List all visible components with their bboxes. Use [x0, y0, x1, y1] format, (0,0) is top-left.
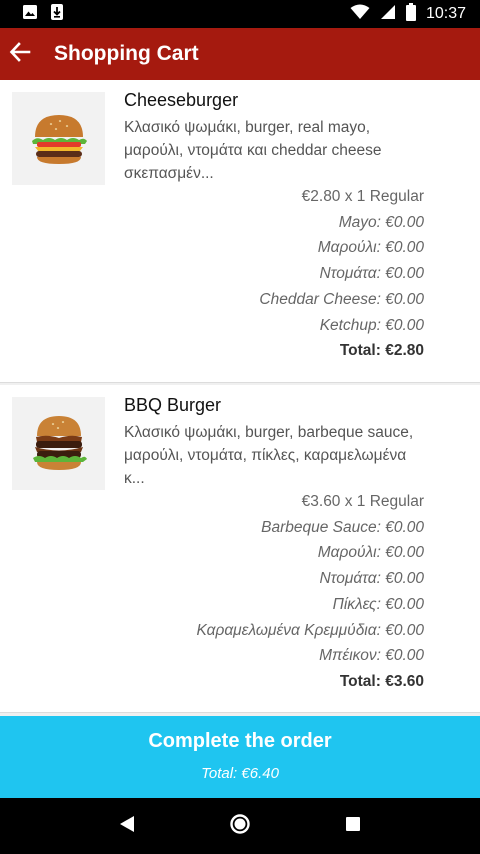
option-line: Πίκλες: €0.00 — [332, 595, 424, 613]
option-line: Καραμελωμένα Κρεμμύδια: €0.00 — [196, 621, 424, 639]
option-line: Cheddar Cheese: €0.00 — [259, 290, 424, 308]
item-price-line: €3.60 x 1 Regular — [301, 493, 424, 510]
page-title: Shopping Cart — [54, 42, 199, 65]
item-total: Total: €3.60 — [339, 672, 424, 690]
item-name: BBQ Burger — [124, 395, 222, 415]
signal-icon — [380, 4, 396, 25]
item-description: Κλασικό ψωμάκι, burger, real mayo, μαρού… — [124, 119, 382, 182]
arrow-back-icon — [9, 41, 31, 68]
item-name: Cheeseburger — [124, 90, 239, 110]
back-button[interactable] — [0, 28, 44, 80]
app-bar: Shopping Cart — [0, 28, 480, 80]
item-image — [12, 397, 105, 490]
system-nav-bar — [0, 798, 480, 854]
order-total: Total: €6.40 — [201, 765, 279, 782]
item-image — [12, 92, 105, 185]
cheeseburger-image — [31, 114, 87, 164]
item-options: €2.80 x 1 Regular Mayo: €0.00 Μαρούλι: €… — [259, 184, 424, 364]
item-description: Κλασικό ψωμάκι, burger, barbeque sauce, … — [124, 424, 414, 487]
bbq-burger-image — [32, 415, 87, 470]
nav-back-button[interactable] — [107, 806, 147, 846]
recents-square-icon — [345, 816, 361, 837]
status-time: 10:37 — [425, 5, 466, 22]
nav-recents-button[interactable] — [333, 806, 373, 846]
home-circle-icon — [229, 813, 251, 840]
cart-item-bbq-burger[interactable]: BBQ Burger Κλασικό ψωμάκι, burger, barbe… — [0, 385, 480, 713]
complete-order-label: Complete the order — [148, 730, 332, 752]
option-line: Μαρούλι: €0.00 — [317, 239, 424, 257]
option-line: Μαρούλι: €0.00 — [317, 544, 424, 562]
option-line: Barbeque Sauce: €0.00 — [261, 518, 424, 536]
option-line: Μπέικον: €0.00 — [319, 647, 424, 665]
option-line: Mayo: €0.00 — [338, 213, 424, 231]
item-price-line: €2.80 x 1 Regular — [301, 188, 424, 205]
option-line: Ketchup: €0.00 — [319, 316, 424, 334]
back-triangle-icon — [119, 815, 135, 838]
option-line: Ντομάτα: €0.00 — [319, 570, 424, 588]
complete-order-button[interactable]: Complete the order Total: €6.40 — [0, 716, 480, 798]
screen: 10:37 Shopping Cart Cheeseburger Κλασικό… — [0, 0, 480, 854]
option-line: Ντομάτα: €0.00 — [319, 265, 424, 283]
cart-list: Cheeseburger Κλασικό ψωμάκι, burger, rea… — [0, 80, 480, 715]
wifi-icon — [350, 4, 370, 25]
download-icon — [50, 3, 64, 26]
cart-item-cheeseburger[interactable]: Cheeseburger Κλασικό ψωμάκι, burger, rea… — [0, 80, 480, 383]
image-icon — [22, 4, 38, 25]
nav-home-button[interactable] — [220, 806, 260, 846]
battery-icon — [405, 2, 416, 26]
item-total: Total: €2.80 — [339, 342, 424, 360]
status-bar: 10:37 — [0, 0, 480, 28]
item-options: €3.60 x 1 Regular Barbeque Sauce: €0.00 … — [196, 489, 424, 695]
